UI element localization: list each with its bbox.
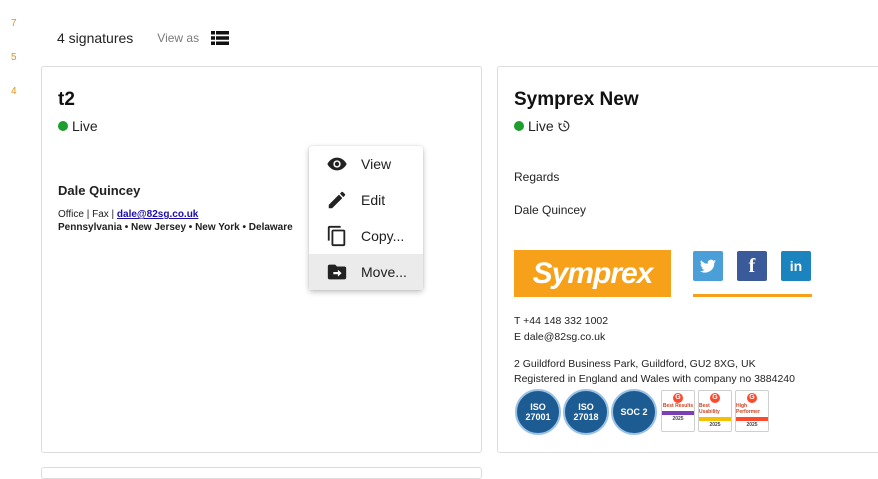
gutter-number: 7 [11, 18, 17, 29]
menu-item-copy[interactable]: Copy... [309, 218, 423, 254]
badge-line1: SOC 2 [620, 406, 648, 417]
symprex-logo: Symprex [514, 250, 671, 297]
signature-email: E dale@82sg.co.uk [514, 331, 606, 343]
move-folder-icon [327, 264, 347, 280]
g2-best-results-badge: G Best Results 2025 [661, 390, 695, 432]
menu-item-move[interactable]: Move... [309, 254, 423, 290]
card-context-menu: View Edit Copy... Move... [309, 146, 423, 290]
card-title: t2 [58, 89, 75, 110]
facebook-icon[interactable]: f [737, 251, 767, 281]
live-status-dot [514, 121, 524, 131]
signature-greeting: Regards [514, 170, 560, 184]
signature-name: Dale Quincey [58, 183, 141, 198]
linkedin-icon[interactable]: in [781, 251, 811, 281]
iso-27018-badge: ISO 27018 [563, 389, 609, 435]
signature-name: Dale Quincey [514, 203, 587, 217]
menu-item-label: Move... [361, 264, 407, 280]
g2-best-usability-badge: G Best Usability 2025 [698, 390, 732, 432]
g2-high-performer-badge: G High Performer 2025 [735, 390, 769, 432]
gutter-number: 4 [11, 86, 17, 97]
eye-icon [327, 157, 347, 171]
history-icon[interactable] [557, 120, 570, 132]
g2-badge-ribbon [662, 411, 694, 415]
g2-badge-ribbon [736, 417, 768, 421]
menu-item-edit[interactable]: Edit [309, 182, 423, 218]
status-label: Live [72, 118, 98, 134]
badge-line1: ISO [578, 401, 594, 412]
g2-badge-year: 2025 [746, 422, 758, 428]
signature-card-symprex-new[interactable]: Symprex New Live Regards Dale Quincey Sy… [497, 66, 878, 453]
menu-item-label: Edit [361, 192, 386, 208]
toolbar: 4 signatures View as [57, 28, 230, 48]
email-link[interactable]: dale@82sg.co.uk [117, 209, 198, 220]
signature-phone: T +44 148 332 1002 [514, 315, 609, 327]
copy-icon [327, 225, 346, 247]
status-badge: Live [514, 118, 570, 134]
view-as-label: View as [157, 31, 200, 45]
g2-badge-label: Best Usability [699, 403, 720, 415]
gutter-number: 5 [11, 52, 17, 63]
signature-count: 4 signatures [57, 30, 134, 46]
badge-line2: 27001 [525, 411, 551, 422]
g2-logo-icon: G [710, 393, 720, 403]
menu-item-label: Copy... [361, 228, 405, 244]
badge-line2: 27018 [573, 411, 599, 422]
signature-registration: Registered in England and Wales with com… [514, 373, 795, 385]
g2-badge-label: Best Results [662, 403, 694, 409]
social-underline-divider [693, 294, 812, 297]
g2-logo-icon: G [673, 393, 683, 403]
list-view-icon[interactable] [211, 31, 230, 45]
pencil-icon [328, 191, 346, 209]
twitter-icon[interactable] [693, 251, 723, 281]
badge-line1: ISO [530, 401, 546, 412]
live-status-dot [58, 121, 68, 131]
g2-badge-label: High Performer [736, 403, 760, 415]
g2-badge-ribbon [699, 417, 731, 421]
signature-address: 2 Guildford Business Park, Guildford, GU… [514, 358, 756, 370]
g2-badge-year: 2025 [709, 422, 721, 428]
g2-badge-year: 2025 [672, 416, 684, 422]
g2-logo-icon: G [747, 393, 757, 403]
signature-contact-line: Office | Fax | dale@82sg.co.uk [58, 209, 198, 220]
logo-text: Symprex [532, 256, 654, 290]
status-label: Live [528, 118, 554, 134]
soc2-badge: SOC 2 [611, 389, 657, 435]
menu-item-view[interactable]: View [309, 146, 423, 182]
signature-regions: Pennsylvania • New Jersey • New York • D… [58, 222, 293, 233]
status-badge: Live [58, 118, 98, 134]
signature-card[interactable] [41, 467, 482, 479]
menu-item-label: View [361, 156, 392, 172]
iso-27001-badge: ISO 27001 [515, 389, 561, 435]
contact-prefix: Office | Fax | [58, 209, 117, 220]
card-title: Symprex New [514, 89, 639, 110]
